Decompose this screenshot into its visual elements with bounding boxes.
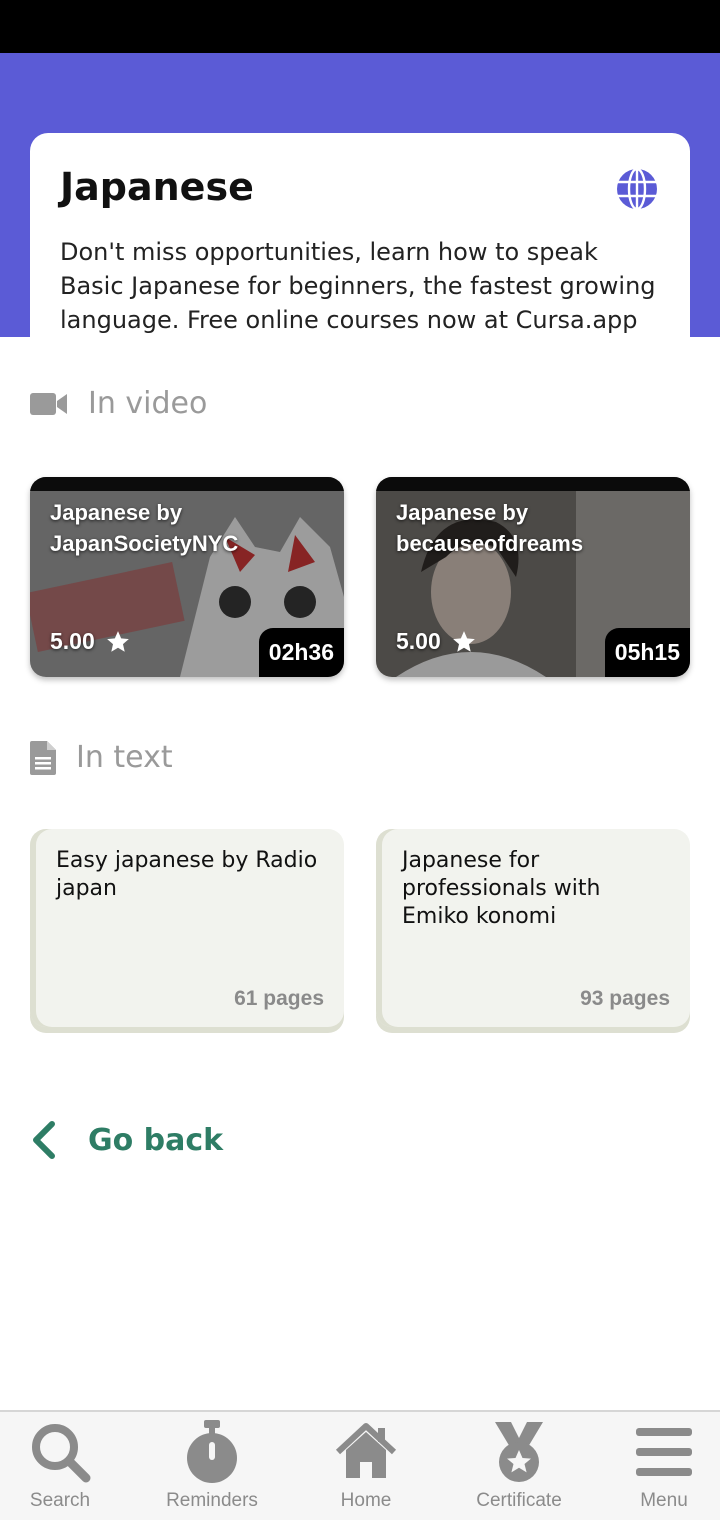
page-title: Japanese — [60, 165, 254, 209]
page-count: 61 pages — [234, 987, 324, 1010]
document-icon — [30, 740, 56, 775]
nav-label: Menu — [640, 1490, 688, 1511]
medal-icon — [495, 1422, 543, 1482]
go-back-label: Go back — [88, 1122, 224, 1158]
text-course-card[interactable]: Easy japanese by Radio japan 61 pages — [30, 829, 344, 1027]
star-icon — [106, 630, 129, 652]
video-section-header: In video — [30, 386, 207, 421]
nav-search[interactable]: Search — [0, 1420, 130, 1512]
chevron-left-icon — [33, 1121, 55, 1159]
nav-reminders[interactable]: Reminders — [142, 1420, 282, 1512]
nav-label: Home — [340, 1490, 392, 1511]
video-camera-icon — [30, 392, 67, 415]
bottom-navigation: Search Reminders Home Certificate Menu — [0, 1410, 720, 1520]
stopwatch-icon — [187, 1420, 237, 1483]
rating-value: 5.00 — [396, 628, 441, 654]
course-description: Don't miss opportunities, learn how to s… — [60, 238, 656, 334]
text-section-title: In text — [76, 740, 173, 775]
menu-icon — [636, 1428, 692, 1476]
video-card[interactable]: Japanese by becauseofdreams 5.00 05h15 — [376, 477, 690, 677]
page-count: 93 pages — [580, 987, 670, 1010]
video-card[interactable]: Japanese by JapanSocietyNYC 5.00 02h36 — [30, 477, 344, 677]
video-rating: 5.00 — [396, 628, 477, 655]
video-title: Japanese by JapanSocietyNYC — [50, 500, 239, 556]
search-icon — [32, 1424, 91, 1483]
text-course-title: Japanese for professionals with Emiko ko… — [402, 848, 601, 929]
home-icon — [335, 1423, 397, 1478]
text-course-card[interactable]: Japanese for professionals with Emiko ko… — [376, 829, 690, 1027]
globe-icon[interactable] — [614, 166, 660, 212]
nav-home[interactable]: Home — [296, 1420, 436, 1512]
video-duration: 02h36 — [258, 628, 344, 677]
text-section-header: In text — [30, 740, 173, 775]
nav-label: Search — [29, 1490, 91, 1511]
star-icon — [452, 630, 475, 652]
video-section-title: In video — [88, 386, 208, 421]
nav-label: Reminders — [166, 1490, 258, 1511]
nav-certificate[interactable]: Certificate — [449, 1420, 589, 1512]
video-duration: 05h15 — [604, 628, 690, 677]
video-title: Japanese by becauseofdreams — [396, 500, 584, 556]
nav-menu[interactable]: Menu — [594, 1420, 720, 1512]
rating-value: 5.00 — [50, 628, 95, 654]
go-back-button[interactable]: Go back — [30, 1120, 223, 1160]
video-rating: 5.00 — [50, 628, 131, 655]
course-header-card: Japanese Don't miss opportunities, learn… — [30, 133, 690, 337]
nav-label: Certificate — [476, 1490, 562, 1511]
status-bar — [0, 0, 720, 53]
text-course-title: Easy japanese by Radio japan — [56, 848, 318, 901]
